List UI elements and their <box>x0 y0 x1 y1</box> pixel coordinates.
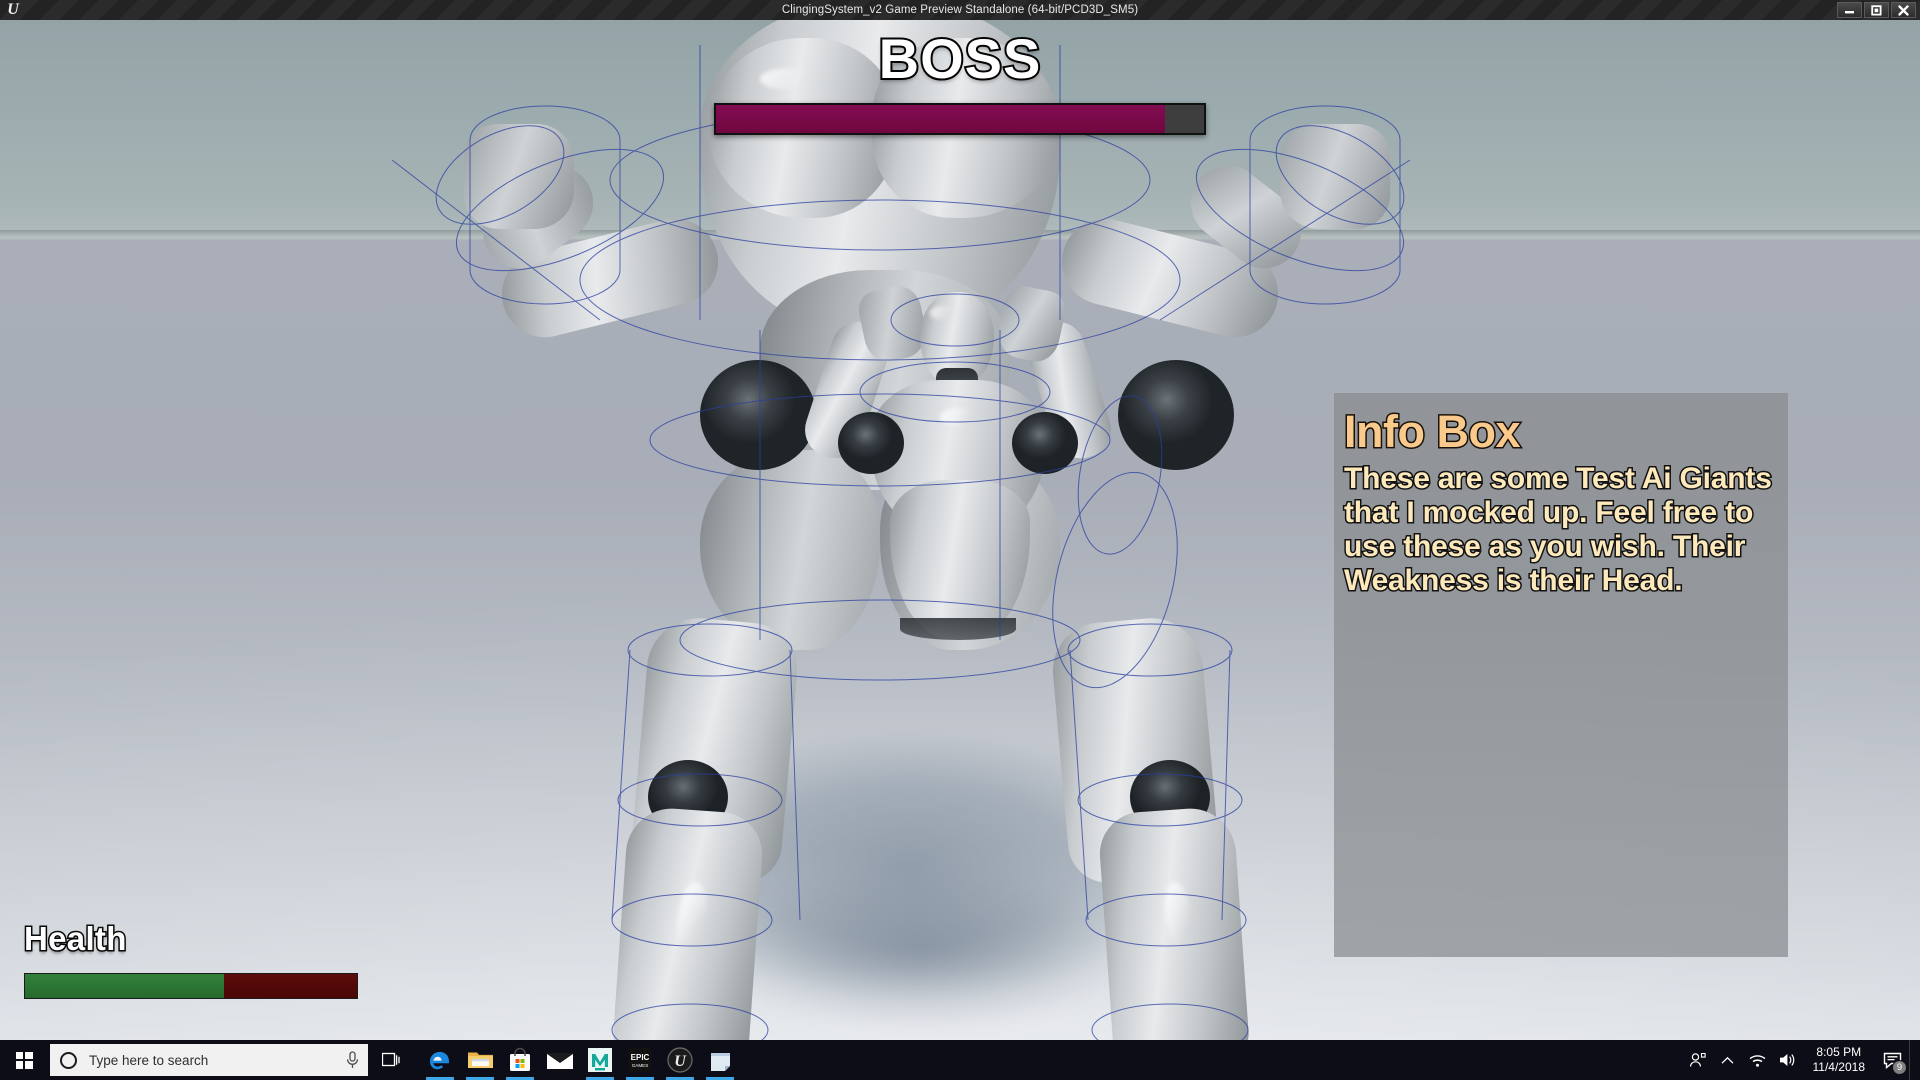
boss-fist-right <box>1280 124 1390 229</box>
taskbar-app-file-explorer[interactable] <box>460 1040 500 1080</box>
restore-icon <box>1871 4 1882 15</box>
svg-text:EPIC: EPIC <box>631 1053 650 1062</box>
show-desktop-button[interactable] <box>1909 1040 1916 1080</box>
boss-fist-left <box>464 124 574 229</box>
start-button[interactable] <box>0 1040 48 1080</box>
taskbar-app-mail[interactable] <box>540 1040 580 1080</box>
chest-highlight <box>940 408 980 426</box>
taskbar-app-sticky-notes[interactable] <box>700 1040 740 1080</box>
taskbar-clock[interactable]: 8:05 PM 11/4/2018 <box>1803 1040 1876 1080</box>
unreal-engine-icon: U <box>667 1047 693 1073</box>
boss-hud: BOSS <box>714 27 1206 135</box>
search-circle-icon <box>60 1051 77 1069</box>
edge-icon <box>430 1051 449 1070</box>
head-highlight <box>930 306 956 320</box>
boss-shoulder-joint-right <box>1118 360 1234 470</box>
taskbar-apps: EPIC GAMES U <box>420 1040 740 1080</box>
system-tray: 8:05 PM 11/4/2018 9 <box>1683 1040 1920 1080</box>
mannequin-lower-detail <box>900 618 1016 640</box>
boss-health-bar <box>714 102 1206 135</box>
epic-games-icon: EPIC GAMES <box>629 1048 651 1072</box>
game-viewport[interactable]: BOSS Health Info Box These are some Test… <box>0 20 1920 1040</box>
svg-text:U: U <box>674 1053 687 1070</box>
boss-shoulder-joint-left <box>700 360 816 470</box>
unreal-engine-icon: U <box>7 1 19 18</box>
restore-button[interactable] <box>1864 2 1889 18</box>
window-title-bar[interactable]: U ClingingSystem_v2 Game Preview Standal… <box>0 0 1920 20</box>
search-placeholder: Type here to search <box>89 1052 209 1068</box>
boss-title: BOSS <box>877 27 1043 90</box>
svg-text:GAMES: GAMES <box>632 1063 649 1068</box>
search-input[interactable]: Type here to search <box>50 1044 368 1076</box>
taskbar-app-edge[interactable] <box>420 1040 460 1080</box>
clock-date: 11/4/2018 <box>1812 1060 1866 1074</box>
speaker-icon[interactable] <box>1773 1040 1803 1080</box>
taskbar-app-microsoft-store[interactable] <box>500 1040 540 1080</box>
mannequin-shoulder-right <box>1012 412 1078 474</box>
minimize-button[interactable] <box>1837 2 1862 18</box>
task-view-icon <box>381 1052 400 1067</box>
window-controls <box>1837 2 1916 18</box>
action-center-button[interactable]: 9 <box>1875 1040 1909 1080</box>
close-icon <box>1898 4 1909 16</box>
sticky-notes-icon <box>710 1052 730 1071</box>
folder-icon <box>467 1052 493 1068</box>
taskbar-app-unreal-engine[interactable]: U <box>660 1040 700 1080</box>
mixamo-icon <box>588 1048 612 1072</box>
taskbar-app-mixamo[interactable] <box>580 1040 620 1080</box>
clock-time: 8:05 PM <box>1816 1045 1862 1059</box>
wifi-icon[interactable] <box>1743 1040 1773 1080</box>
player-health-hud: Health <box>23 919 358 999</box>
minimize-icon <box>1845 10 1854 13</box>
chevron-up-icon[interactable] <box>1713 1040 1743 1080</box>
info-box-panel: Info Box These are some Test Ai Giants t… <box>1334 393 1788 957</box>
store-icon <box>510 1047 530 1071</box>
close-button[interactable] <box>1891 2 1916 18</box>
window-title: ClingingSystem_v2 Game Preview Standalon… <box>781 4 1139 16</box>
mannequin-shoulder-left <box>838 412 904 474</box>
boss-health-bar-fill <box>716 104 1165 133</box>
notification-count-badge: 9 <box>1892 1060 1907 1075</box>
info-box-title: Info Box <box>1343 406 1522 457</box>
player-health-bar-fill <box>25 974 225 998</box>
player-health-bar <box>24 973 358 999</box>
windows-taskbar: Type here to search EPIC GAMES U 8:05 PM… <box>0 1040 1920 1080</box>
microphone-icon[interactable] <box>345 1050 360 1070</box>
windows-logo-icon <box>15 1051 33 1069</box>
task-view-button[interactable] <box>368 1040 414 1080</box>
mail-icon <box>546 1051 574 1069</box>
taskbar-app-epic-games[interactable]: EPIC GAMES <box>620 1040 660 1080</box>
info-box-body: These are some Test Ai Giants that I moc… <box>1343 461 1774 599</box>
game-window: U ClingingSystem_v2 Game Preview Standal… <box>0 0 1920 1080</box>
people-icon[interactable] <box>1683 1040 1713 1080</box>
health-label: Health <box>23 919 128 959</box>
